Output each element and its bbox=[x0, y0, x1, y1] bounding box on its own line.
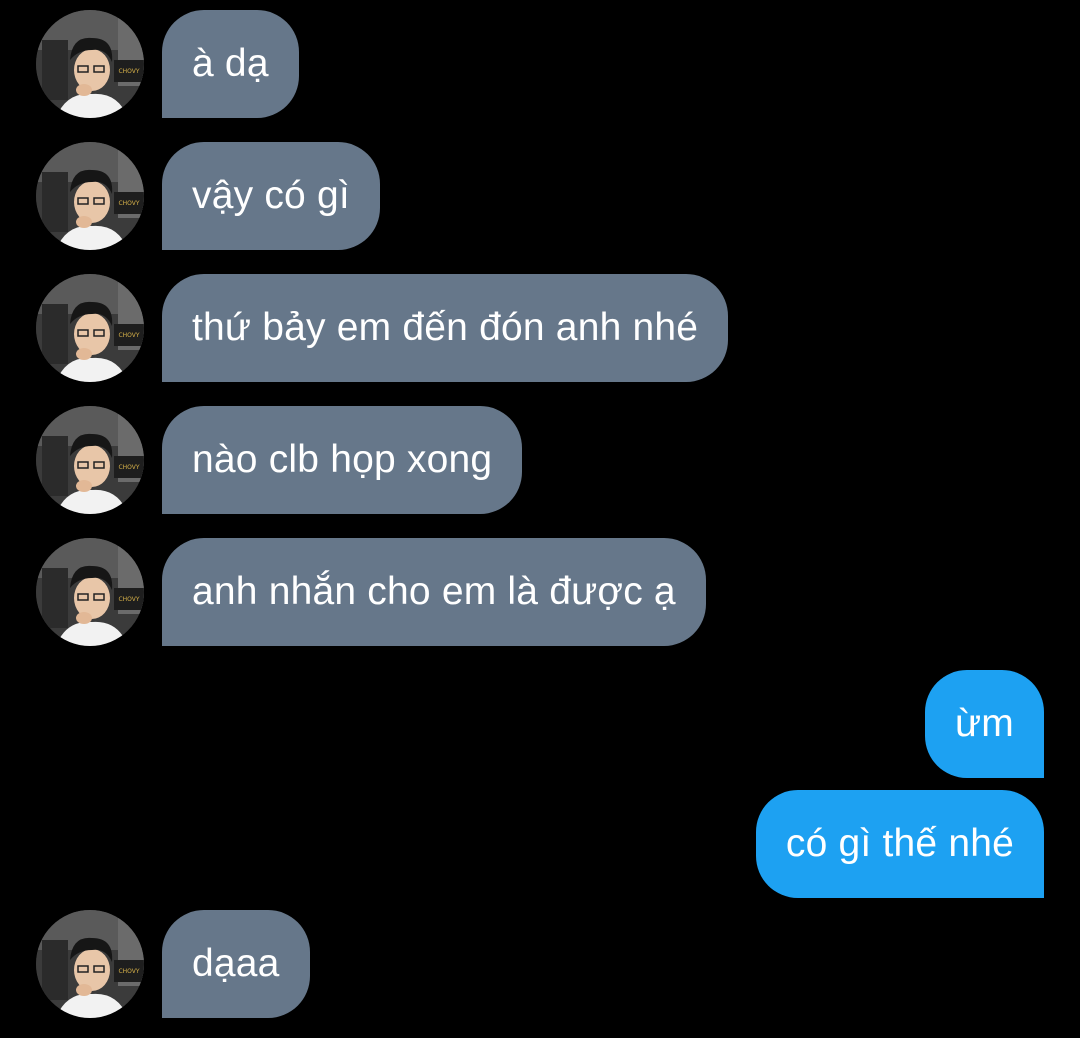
message-text: dạaa bbox=[192, 942, 280, 985]
avatar-photo-icon: CHOVY bbox=[36, 538, 144, 646]
message-row-incoming: CHOVY dạaa bbox=[0, 900, 1080, 1018]
incoming-message-bubble[interactable]: à dạ bbox=[162, 10, 299, 118]
avatar-badge: CHOVY bbox=[118, 968, 139, 975]
outgoing-message-bubble[interactable]: có gì thế nhé bbox=[755, 790, 1044, 898]
incoming-message-bubble[interactable]: anh nhắn cho em là được ạ bbox=[162, 538, 706, 646]
avatar-photo-icon: CHOVY bbox=[36, 274, 144, 382]
avatar[interactable]: CHOVY bbox=[36, 142, 144, 250]
avatar[interactable]: CHOVY bbox=[36, 406, 144, 514]
avatar[interactable]: CHOVY bbox=[36, 10, 144, 118]
message-row-outgoing: có gì thế nhé bbox=[0, 780, 1080, 898]
avatar-badge: CHOVY bbox=[118, 464, 139, 471]
avatar-badge: CHOVY bbox=[118, 332, 139, 339]
avatar-badge: CHOVY bbox=[118, 68, 139, 75]
incoming-message-bubble[interactable]: nào clb họp xong bbox=[162, 406, 523, 514]
message-row-incoming: CHOVY anh nhắn cho em là được ạ bbox=[0, 528, 1080, 646]
message-row-incoming: CHOVY à dạ bbox=[0, 0, 1080, 118]
avatar-photo-icon: CHOVY bbox=[36, 10, 144, 118]
message-text: anh nhắn cho em là được ạ bbox=[192, 570, 676, 613]
avatar[interactable]: CHOVY bbox=[36, 274, 144, 382]
message-row-incoming: CHOVY thứ bảy em đến đón anh nhé bbox=[0, 264, 1080, 382]
avatar[interactable]: CHOVY bbox=[36, 538, 144, 646]
incoming-message-bubble[interactable]: thứ bảy em đến đón anh nhé bbox=[162, 274, 729, 382]
outgoing-message-bubble[interactable]: ừm bbox=[925, 670, 1044, 778]
avatar-badge: CHOVY bbox=[118, 200, 139, 207]
conversation-view: { "messages": [ {"direction": "in", "tex… bbox=[0, 0, 1080, 1038]
avatar-badge: CHOVY bbox=[118, 596, 139, 603]
avatar-photo-icon: CHOVY bbox=[36, 142, 144, 250]
message-text: ừm bbox=[955, 702, 1014, 745]
incoming-message-bubble[interactable]: vậy có gì bbox=[162, 142, 380, 250]
message-row-outgoing: ừm bbox=[0, 660, 1080, 778]
avatar-photo-icon: CHOVY bbox=[36, 406, 144, 514]
message-text: có gì thế nhé bbox=[785, 822, 1014, 865]
message-row-incoming: CHOVY nào clb họp xong bbox=[0, 396, 1080, 514]
message-text: nào clb họp xong bbox=[192, 438, 493, 481]
incoming-message-bubble[interactable]: dạaa bbox=[162, 910, 310, 1018]
avatar-photo-icon: CHOVY bbox=[36, 910, 144, 1018]
message-text: thứ bảy em đến đón anh nhé bbox=[192, 306, 699, 349]
message-row-incoming: CHOVY vậy có gì bbox=[0, 132, 1080, 250]
avatar[interactable]: CHOVY bbox=[36, 910, 144, 1018]
message-text: vậy có gì bbox=[192, 174, 350, 217]
message-text: à dạ bbox=[192, 42, 269, 85]
